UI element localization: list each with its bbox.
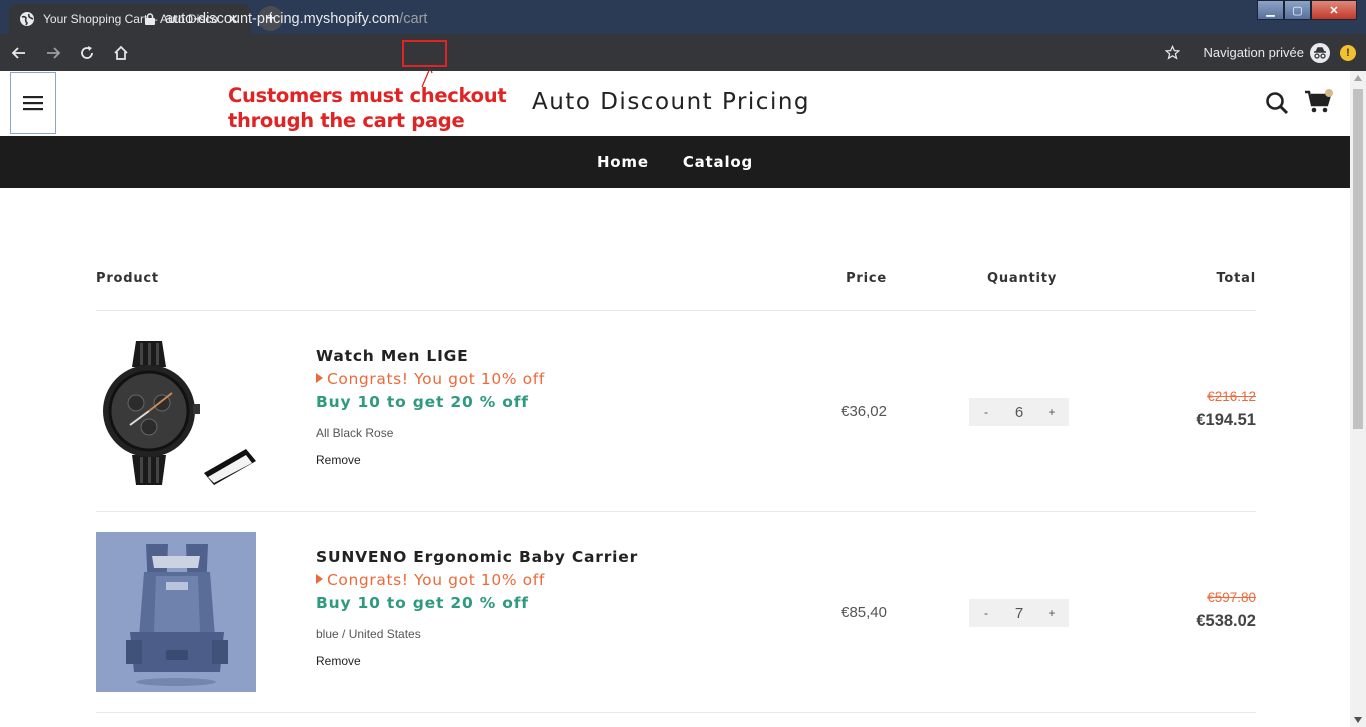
arrow-left-icon	[11, 46, 25, 59]
product-variant: blue / United States	[316, 627, 421, 641]
url-path: /cart	[399, 11, 428, 27]
unit-price: €85,40	[841, 604, 887, 621]
discount-congrats: Congrats! You got 10% off	[316, 571, 545, 589]
discount-congrats: Congrats! You got 10% off	[316, 370, 545, 388]
cart-row: SUNVENO Ergonomic Baby Carrier Congrats!…	[96, 512, 1256, 713]
page-scrollbar[interactable]	[1350, 71, 1366, 727]
quantity-stepper[interactable]: - 7 +	[969, 599, 1069, 627]
menu-button[interactable]	[10, 72, 56, 134]
hamburger-menu-icon	[23, 96, 43, 111]
cart-row: Watch Men LIGE Congrats! You got 10% off…	[96, 311, 1256, 512]
quantity-value[interactable]: 6	[1015, 404, 1023, 421]
annotation-line-1: Customers must checkout	[228, 84, 507, 107]
decrease-quantity-button[interactable]: -	[979, 405, 993, 419]
extension-alert-icon[interactable]: !	[1340, 44, 1356, 61]
cart-button[interactable]	[1304, 89, 1334, 115]
url-host: auto-discount-pricing.myshopify.com	[165, 11, 400, 27]
browser-toolbar	[0, 34, 1366, 71]
watch-product-image[interactable]	[96, 331, 256, 491]
reload-icon	[81, 45, 93, 59]
maximize-window-button[interactable]: ▢	[1284, 0, 1311, 20]
site-header: Customers must checkout through the cart…	[0, 71, 1350, 136]
url-highlight-box	[402, 40, 447, 67]
back-button[interactable]	[4, 38, 34, 68]
congrats-text: Congrats! You got 10% off	[327, 370, 545, 388]
discounted-total: €194.51	[1196, 411, 1256, 429]
annotation-arrow-icon	[421, 71, 433, 88]
discounted-total: €538.02	[1196, 612, 1256, 630]
globe-icon	[19, 11, 35, 27]
close-window-button[interactable]: ✕	[1311, 0, 1357, 20]
bookmark-star-icon[interactable]	[1164, 45, 1180, 60]
search-icon	[1266, 92, 1289, 115]
minimize-window-button[interactable]: ▁	[1257, 0, 1284, 20]
congrats-text: Congrats! You got 10% off	[327, 571, 545, 589]
address-bar[interactable]: auto-discount-pricing.myshopify.com/cart	[145, 8, 427, 30]
main-navigation: Home Catalog	[0, 136, 1350, 188]
home-icon	[114, 45, 128, 60]
header-total: Total	[1216, 271, 1256, 286]
tier-offer: Buy 10 to get 20 % off	[316, 393, 529, 411]
baby-carrier-product-image[interactable]	[96, 532, 256, 692]
remove-link[interactable]: Remove	[316, 654, 361, 668]
lock-icon	[145, 13, 155, 25]
caret-right-icon	[316, 574, 323, 584]
quantity-stepper[interactable]: - 6 +	[969, 398, 1069, 426]
unit-price: €36,02	[841, 403, 887, 420]
home-button[interactable]	[106, 38, 136, 68]
product-name[interactable]: Watch Men LIGE	[316, 347, 469, 365]
cart-icon	[1305, 89, 1333, 113]
increase-quantity-button[interactable]: +	[1045, 606, 1059, 620]
store-logo[interactable]: Auto Discount Pricing	[532, 89, 810, 115]
original-total: €597.80	[1207, 590, 1256, 605]
header-price: Price	[846, 271, 887, 286]
nav-item-catalog[interactable]: Catalog	[683, 153, 753, 171]
annotation-callout: Customers must checkout through the cart…	[228, 83, 507, 133]
remove-link[interactable]: Remove	[316, 453, 361, 467]
annotation-line-2: through the cart page	[228, 109, 465, 132]
search-button[interactable]	[1265, 91, 1289, 115]
scroll-up-arrow-icon[interactable]	[1354, 75, 1362, 81]
forward-button[interactable]	[38, 38, 68, 68]
arrow-right-icon	[47, 46, 61, 59]
private-browsing-label: Navigation privée	[1203, 45, 1304, 60]
header-product: Product	[96, 271, 159, 286]
window-controls: ▁ ▢ ✕	[1257, 0, 1357, 20]
original-total: €216.12	[1207, 389, 1256, 404]
caret-right-icon	[316, 373, 323, 383]
decrease-quantity-button[interactable]: -	[979, 606, 993, 620]
scroll-down-arrow-icon[interactable]	[1354, 717, 1362, 723]
header-quantity: Quantity	[987, 271, 1058, 286]
incognito-icon[interactable]	[1310, 42, 1330, 63]
tier-offer: Buy 10 to get 20 % off	[316, 594, 529, 612]
product-variant: All Black Rose	[316, 426, 394, 440]
increase-quantity-button[interactable]: +	[1045, 405, 1059, 419]
scrollbar-thumb[interactable]	[1353, 89, 1363, 429]
quantity-value[interactable]: 7	[1015, 605, 1023, 622]
page-content: Customers must checkout through the cart…	[0, 71, 1350, 727]
nav-item-home[interactable]: Home	[597, 153, 649, 171]
toolbar-right: Navigation privée !	[1164, 34, 1356, 71]
product-name[interactable]: SUNVENO Ergonomic Baby Carrier	[316, 548, 638, 566]
reload-button[interactable]	[72, 38, 102, 68]
